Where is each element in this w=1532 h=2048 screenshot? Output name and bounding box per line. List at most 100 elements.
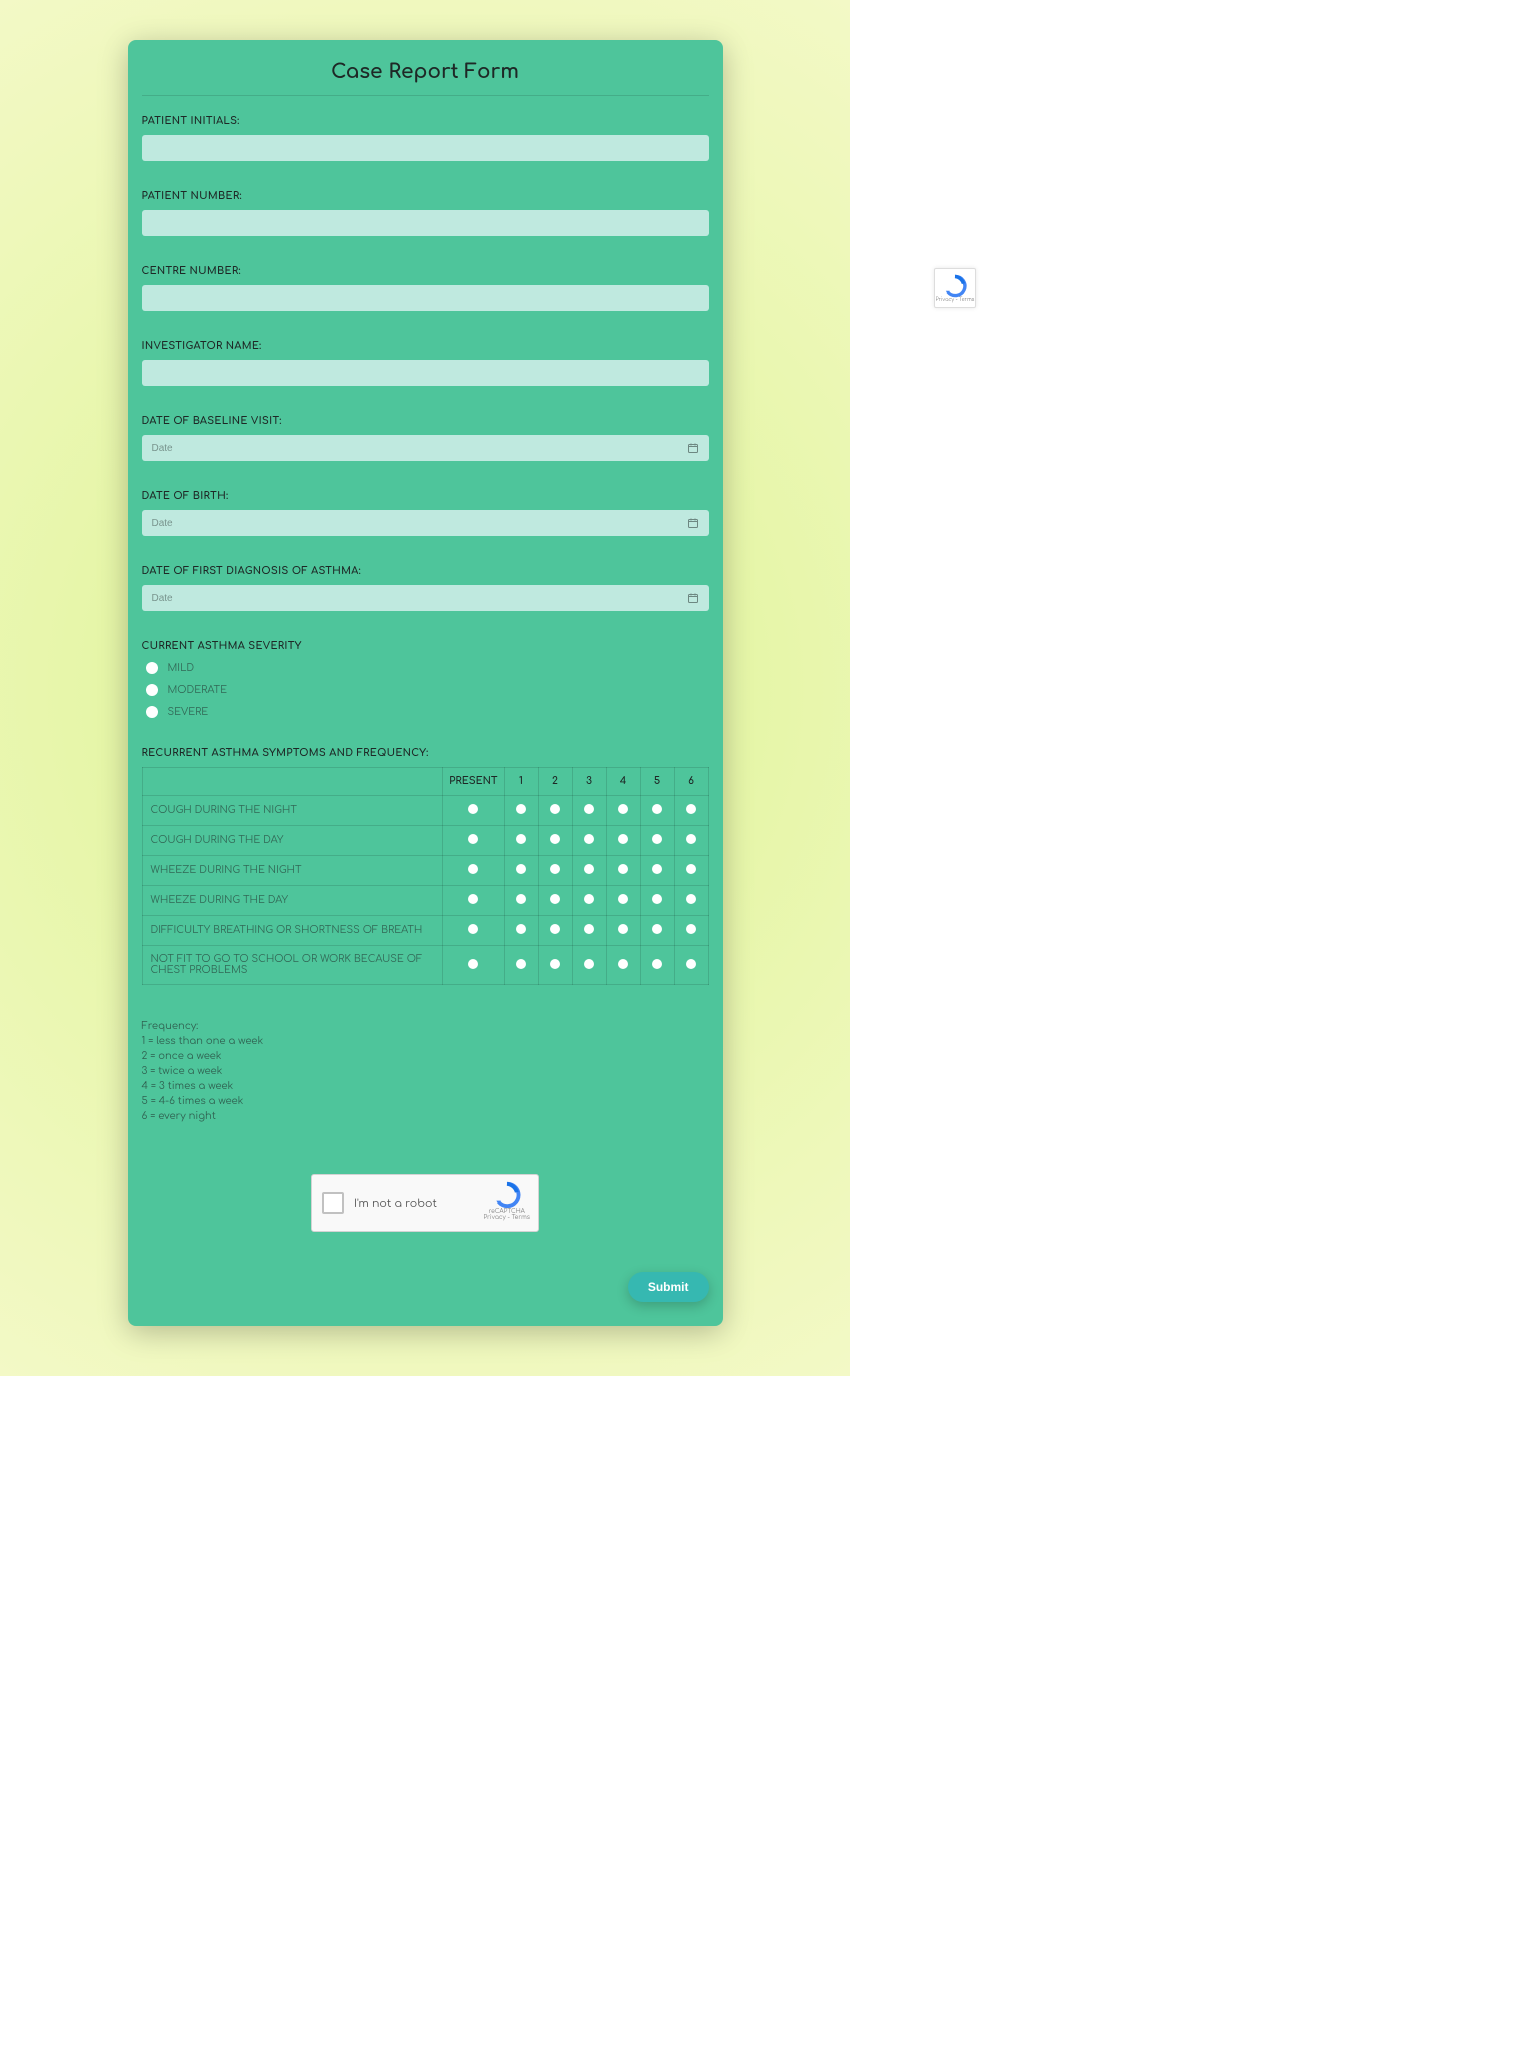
centre-number-input[interactable] bbox=[142, 285, 709, 311]
investigator-name-label: INVESTIGATOR NAME: bbox=[142, 341, 709, 352]
investigator-name-input[interactable] bbox=[142, 360, 709, 386]
radio-icon[interactable] bbox=[618, 959, 628, 969]
radio-icon[interactable] bbox=[686, 894, 696, 904]
row-label: COUGH DURING THE DAY bbox=[142, 826, 443, 856]
radio-icon[interactable] bbox=[652, 924, 662, 934]
radio-icon[interactable] bbox=[516, 924, 526, 934]
recaptcha-badge[interactable]: Privacy - Terms bbox=[934, 268, 976, 308]
table-cell bbox=[640, 826, 674, 856]
table-header: 6 bbox=[674, 768, 708, 796]
patient-initials-input[interactable] bbox=[142, 135, 709, 161]
legend-line: 5 = 4-6 times a week bbox=[142, 1094, 709, 1109]
radio-icon[interactable] bbox=[550, 834, 560, 844]
symptoms-label: RECURRENT ASTHMA SYMPTOMS AND FREQUENCY: bbox=[142, 748, 709, 759]
radio-icon[interactable] bbox=[468, 924, 478, 934]
table-cell bbox=[538, 886, 572, 916]
radio-icon[interactable] bbox=[652, 894, 662, 904]
radio-icon[interactable] bbox=[584, 959, 594, 969]
radio-icon[interactable] bbox=[516, 894, 526, 904]
row-label: WHEEZE DURING THE NIGHT bbox=[142, 856, 443, 886]
table-cell bbox=[538, 946, 572, 985]
radio-icon[interactable] bbox=[584, 864, 594, 874]
table-row: WHEEZE DURING THE NIGHT bbox=[142, 856, 708, 886]
legend-line: 2 = once a week bbox=[142, 1049, 709, 1064]
row-label: COUGH DURING THE NIGHT bbox=[142, 796, 443, 826]
radio-icon[interactable] bbox=[652, 959, 662, 969]
table-cell bbox=[640, 856, 674, 886]
radio-icon[interactable] bbox=[516, 864, 526, 874]
radio-label: SEVERE bbox=[168, 707, 209, 718]
radio-icon[interactable] bbox=[652, 804, 662, 814]
radio-icon[interactable] bbox=[468, 959, 478, 969]
table-cell bbox=[572, 946, 606, 985]
severity-option-severe[interactable]: SEVERE bbox=[142, 706, 709, 718]
radio-icon[interactable] bbox=[584, 924, 594, 934]
dob-input[interactable] bbox=[142, 510, 709, 536]
severity-option-moderate[interactable]: MODERATE bbox=[142, 684, 709, 696]
table-cell bbox=[572, 796, 606, 826]
frequency-legend: Frequency: 1 = less than one a week2 = o… bbox=[142, 1019, 709, 1124]
radio-icon[interactable] bbox=[618, 834, 628, 844]
radio-icon[interactable] bbox=[584, 804, 594, 814]
radio-icon[interactable] bbox=[550, 924, 560, 934]
table-cell bbox=[674, 946, 708, 985]
radio-icon[interactable] bbox=[686, 959, 696, 969]
radio-icon[interactable] bbox=[146, 662, 158, 674]
legend-line: 4 = 3 times a week bbox=[142, 1079, 709, 1094]
centre-number-label: CENTRE NUMBER: bbox=[142, 266, 709, 277]
radio-label: MODERATE bbox=[168, 685, 228, 696]
submit-button[interactable]: Submit bbox=[628, 1272, 709, 1302]
table-cell bbox=[640, 886, 674, 916]
radio-icon[interactable] bbox=[550, 864, 560, 874]
table-cell bbox=[606, 796, 640, 826]
radio-icon[interactable] bbox=[146, 684, 158, 696]
radio-icon[interactable] bbox=[686, 834, 696, 844]
radio-icon[interactable] bbox=[584, 894, 594, 904]
radio-icon[interactable] bbox=[652, 864, 662, 874]
baseline-visit-input[interactable] bbox=[142, 435, 709, 461]
table-header: 3 bbox=[572, 768, 606, 796]
radio-icon[interactable] bbox=[516, 834, 526, 844]
table-cell bbox=[606, 946, 640, 985]
radio-icon[interactable] bbox=[146, 706, 158, 718]
table-cell bbox=[443, 886, 504, 916]
radio-icon[interactable] bbox=[686, 804, 696, 814]
radio-icon[interactable] bbox=[516, 804, 526, 814]
legend-line: 1 = less than one a week bbox=[142, 1034, 709, 1049]
table-cell bbox=[674, 856, 708, 886]
recaptcha-checkbox[interactable] bbox=[322, 1192, 344, 1214]
radio-icon[interactable] bbox=[516, 959, 526, 969]
radio-icon[interactable] bbox=[468, 804, 478, 814]
patient-initials-label: PATIENT INITIALS: bbox=[142, 116, 709, 127]
radio-icon[interactable] bbox=[618, 804, 628, 814]
radio-icon[interactable] bbox=[584, 834, 594, 844]
radio-icon[interactable] bbox=[550, 894, 560, 904]
legend-line: 6 = every night bbox=[142, 1109, 709, 1124]
table-cell bbox=[443, 946, 504, 985]
radio-icon[interactable] bbox=[550, 959, 560, 969]
radio-icon[interactable] bbox=[618, 864, 628, 874]
radio-icon[interactable] bbox=[686, 864, 696, 874]
patient-number-label: PATIENT NUMBER: bbox=[142, 191, 709, 202]
radio-icon[interactable] bbox=[686, 924, 696, 934]
patient-number-input[interactable] bbox=[142, 210, 709, 236]
severity-option-mild[interactable]: MILD bbox=[142, 662, 709, 674]
symptoms-section: RECURRENT ASTHMA SYMPTOMS AND FREQUENCY:… bbox=[142, 748, 709, 985]
radio-icon[interactable] bbox=[618, 924, 628, 934]
table-row: COUGH DURING THE NIGHT bbox=[142, 796, 708, 826]
radio-icon[interactable] bbox=[550, 804, 560, 814]
table-cell bbox=[504, 796, 538, 826]
table-header: PRESENT bbox=[443, 768, 504, 796]
radio-icon[interactable] bbox=[652, 834, 662, 844]
radio-icon[interactable] bbox=[618, 894, 628, 904]
radio-icon[interactable] bbox=[468, 864, 478, 874]
radio-icon[interactable] bbox=[468, 834, 478, 844]
first-diagnosis-input[interactable] bbox=[142, 585, 709, 611]
radio-icon[interactable] bbox=[468, 894, 478, 904]
recaptcha-box[interactable]: I'm not a robot reCAPTCHA Privacy - Term… bbox=[311, 1174, 539, 1232]
table-cell bbox=[674, 826, 708, 856]
table-cell bbox=[674, 916, 708, 946]
table-header: 5 bbox=[640, 768, 674, 796]
table-cell bbox=[443, 796, 504, 826]
table-row: WHEEZE DURING THE DAY bbox=[142, 886, 708, 916]
